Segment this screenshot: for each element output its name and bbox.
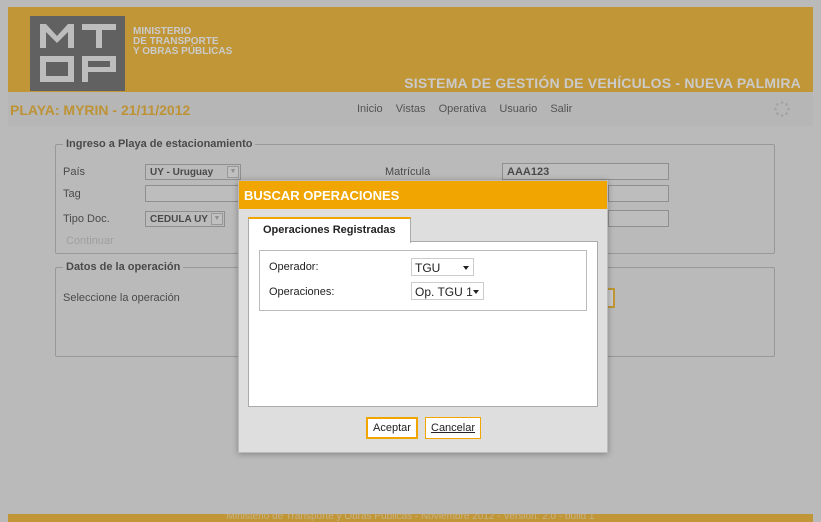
chevron-down-icon xyxy=(473,290,479,294)
cancelar-button[interactable]: Cancelar xyxy=(425,417,482,439)
aceptar-button[interactable]: Aceptar xyxy=(366,417,418,439)
filters-box: Operador: TGU Operaciones: Op. TGU 1 xyxy=(259,250,587,311)
cancelar-button-label: Cancelar xyxy=(431,422,476,434)
operador-label: Operador: xyxy=(269,261,319,273)
tab-operaciones-registradas[interactable]: Operaciones Registradas xyxy=(248,217,411,243)
dialog-title: BUSCAR OPERACIONES xyxy=(244,188,400,203)
chevron-down-icon xyxy=(463,266,469,270)
dialog-header: BUSCAR OPERACIONES xyxy=(239,181,607,209)
operador-select[interactable]: TGU xyxy=(411,258,474,276)
operaciones-select[interactable]: Op. TGU 1 xyxy=(411,282,484,300)
operaciones-select-value: Op. TGU 1 xyxy=(415,285,473,299)
operaciones-label: Operaciones: xyxy=(269,286,335,298)
operador-select-value: TGU xyxy=(415,261,441,275)
buscar-operaciones-dialog: BUSCAR OPERACIONES Operaciones Registrad… xyxy=(238,180,608,453)
tab-panel: Operador: TGU Operaciones: Op. TGU 1 xyxy=(248,241,598,407)
